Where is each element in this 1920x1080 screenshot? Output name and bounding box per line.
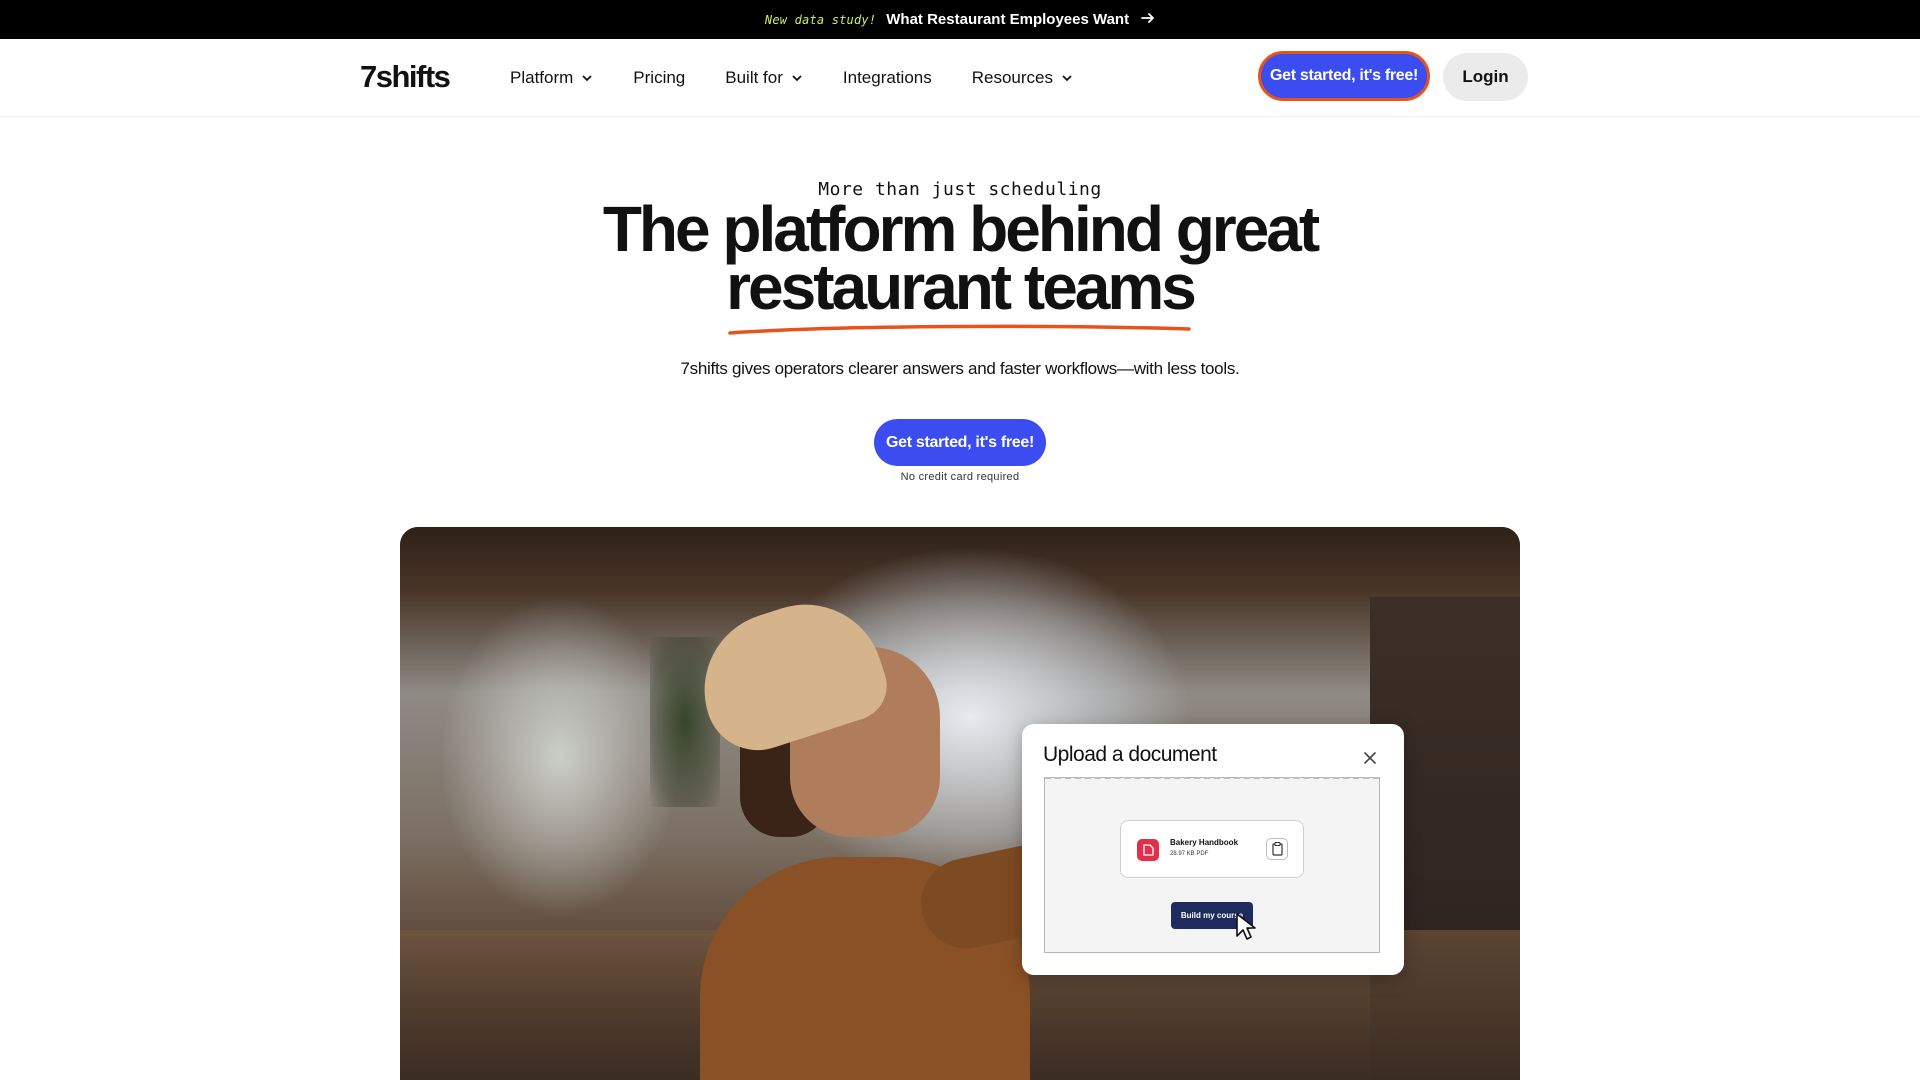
hero-get-started-button[interactable]: Get started, it's free! (874, 419, 1046, 466)
upload-document-card: Upload a document Bakery Handbook 28.97 … (1022, 724, 1404, 975)
file-card: Bakery Handbook 28.97 KB PDF (1120, 820, 1304, 878)
nav-item-label: Built for (725, 67, 783, 87)
nav-menu: Platform Pricing Built for Integrations … (510, 39, 1113, 116)
nav-item-label: Platform (510, 67, 574, 87)
pdf-icon (1137, 839, 1159, 861)
close-icon[interactable] (1362, 750, 1378, 766)
hero-subhead: 7shifts gives operators clearer answers … (680, 359, 1240, 378)
file-meta: 28.97 KB PDF (1170, 851, 1209, 857)
file-clipboard-icon[interactable] (1266, 838, 1288, 860)
mouse-pointer-icon (1236, 913, 1256, 940)
get-started-button[interactable]: Get started, it's free! (1258, 51, 1430, 101)
arrow-right-icon (1141, 11, 1155, 29)
headline-underline (728, 324, 1191, 335)
nav-item-label: Resources (971, 67, 1054, 87)
nav-item-built-for[interactable]: Built for (725, 68, 803, 88)
headline-line-1: The platform behind great (602, 193, 1320, 265)
upload-dropzone[interactable]: Bakery Handbook 28.97 KB PDF Build my co… (1044, 777, 1380, 953)
nav-item-label: Pricing (633, 67, 686, 87)
no-credit-card-note: No credit card required (900, 471, 1020, 483)
nav-item-pricing[interactable]: Pricing (633, 68, 685, 88)
headline-line-2: restaurant teams (726, 251, 1197, 323)
nav-item-label: Integrations (842, 67, 932, 87)
chevron-down-icon (582, 74, 592, 81)
nav-item-integrations[interactable]: Integrations (843, 68, 932, 88)
main-nav: 7shifts Platform Pricing Built for Integ… (0, 39, 1920, 117)
chevron-down-icon (1062, 74, 1072, 81)
chevron-down-icon (792, 74, 802, 81)
nav-item-platform[interactable]: Platform (510, 68, 593, 88)
dropzone-border (1045, 777, 1379, 779)
logo[interactable]: 7shifts (360, 59, 451, 95)
announcement-tag: New data study! (764, 12, 877, 27)
login-button[interactable]: Login (1443, 53, 1528, 101)
announcement-link[interactable]: What Restaurant Employees Want (886, 11, 1129, 28)
hero-headline: The platform behind great restaurant tea… (0, 193, 1920, 323)
file-name: Bakery Handbook (1170, 838, 1239, 847)
announcement-bar[interactable]: New data study! What Restaurant Employee… (0, 0, 1920, 39)
upload-title: Upload a document (1043, 743, 1217, 766)
nav-item-resources[interactable]: Resources (972, 68, 1073, 88)
